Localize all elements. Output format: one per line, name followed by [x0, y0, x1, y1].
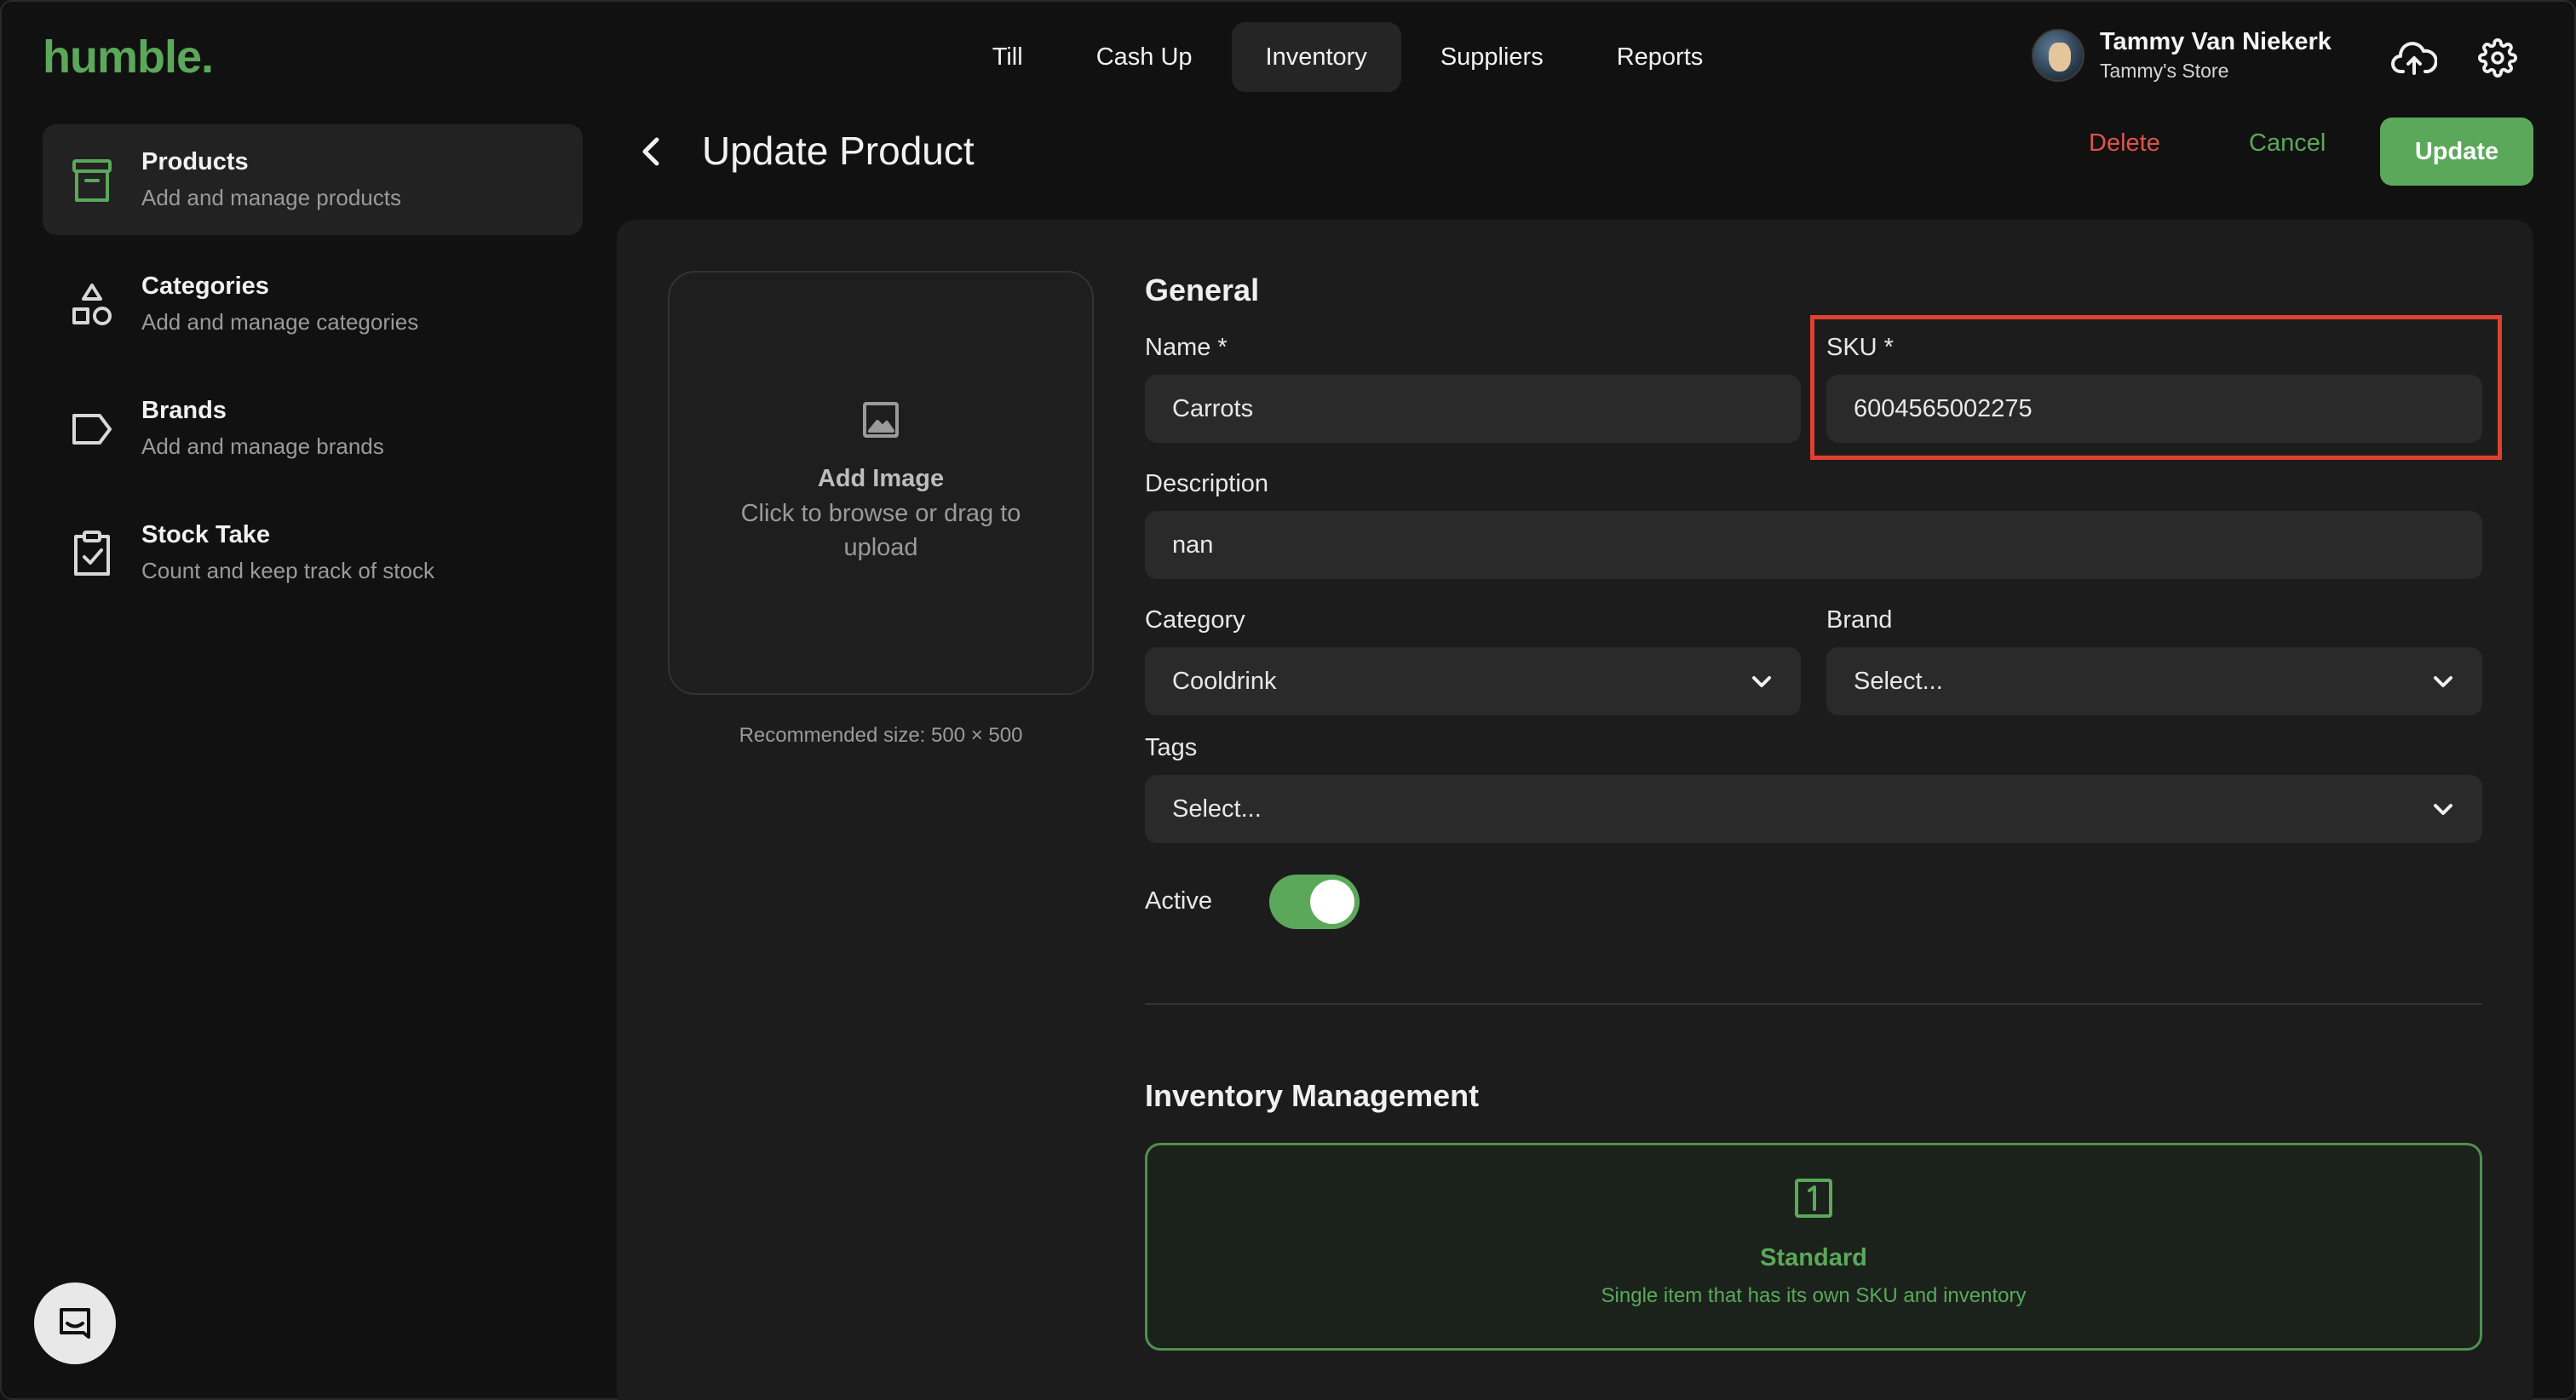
- tags-label: Tags: [1145, 734, 1198, 761]
- inventory-option-standard[interactable]: Standard Single item that has its own SK…: [1145, 1143, 2482, 1351]
- description-field[interactable]: nan: [1145, 511, 2482, 579]
- upload-hint: Click to browse or drag to upload: [740, 500, 1021, 561]
- user-name: Tammy Van Niekerk: [2100, 28, 2332, 55]
- sidebar-item-title: Stock Take: [141, 521, 270, 548]
- delete-button[interactable]: Delete: [2089, 129, 2160, 158]
- name-label: Name *: [1145, 334, 1228, 361]
- chevron-down-icon: [2434, 804, 2452, 815]
- chat-support-button[interactable]: [34, 1282, 116, 1364]
- sidebar-item-categories[interactable]: Categories Add and manage categories: [43, 249, 583, 359]
- sidebar-item-subtitle: Add and manage categories: [141, 309, 419, 335]
- category-select[interactable]: Cooldrink: [1145, 647, 1801, 715]
- name-field[interactable]: Carrots: [1145, 375, 1801, 443]
- cancel-button[interactable]: Cancel: [2249, 129, 2326, 158]
- cloud-upload-icon[interactable]: [2390, 34, 2438, 82]
- add-image-title: Add Image: [817, 465, 945, 492]
- image-icon: [862, 401, 900, 443]
- sidebar-item-subtitle: Add and manage products: [141, 185, 401, 210]
- clipboard-check-icon: [68, 530, 116, 577]
- chevron-left-icon: [642, 137, 659, 166]
- sidebar-item-products[interactable]: Products Add and manage products: [43, 124, 583, 235]
- toggle-knob: [1310, 880, 1354, 924]
- sidebar-item-stock-take[interactable]: Stock Take Count and keep track of stock: [43, 497, 583, 608]
- tab-suppliers[interactable]: Suppliers: [1406, 22, 1578, 92]
- sidebar-item-title: Categories: [141, 273, 269, 300]
- inventory-option-description: Single item that has its own SKU and inv…: [1601, 1284, 2027, 1307]
- sidebar-item-title: Products: [141, 148, 249, 175]
- category-label: Category: [1145, 606, 1245, 634]
- back-button[interactable]: [632, 128, 670, 175]
- category-value: Cooldrink: [1172, 667, 1277, 695]
- tag-icon: [68, 405, 116, 453]
- sidebar-item-subtitle: Count and keep track of stock: [141, 558, 434, 583]
- section-divider: [1145, 1003, 2482, 1005]
- tab-till[interactable]: Till: [958, 22, 1057, 92]
- page-title: Update Product: [702, 129, 975, 173]
- numbered-box-icon: [1794, 1178, 1833, 1219]
- chevron-down-icon: [2434, 676, 2452, 687]
- sidebar: Products Add and manage products Categor…: [43, 124, 583, 622]
- gear-icon[interactable]: [2474, 34, 2521, 82]
- general-section-title: General: [1145, 273, 1260, 307]
- active-label: Active: [1145, 887, 1212, 915]
- brand-label: Brand: [1826, 606, 1893, 634]
- description-value: nan: [1172, 531, 1214, 559]
- image-dropzone[interactable]: Add Image Click to browse or drag to upl…: [668, 271, 1094, 695]
- active-toggle[interactable]: [1269, 875, 1360, 929]
- brand-select[interactable]: Select...: [1826, 647, 2482, 715]
- sidebar-item-subtitle: Add and manage brands: [141, 433, 384, 459]
- tab-inventory[interactable]: Inventory: [1231, 22, 1401, 92]
- inventory-section-title: Inventory Management: [1145, 1078, 1480, 1113]
- store-name: Tammy's Store: [2100, 59, 2229, 82]
- inventory-option-title: Standard: [1760, 1244, 1867, 1271]
- shapes-icon: [68, 281, 116, 329]
- sku-highlight-box: [1810, 315, 2502, 460]
- tags-select[interactable]: Select...: [1145, 775, 2482, 843]
- user-profile[interactable]: Tammy Van Niekerk Tammy's Store: [2032, 28, 2332, 83]
- description-label: Description: [1145, 470, 1269, 497]
- chat-icon: [60, 1308, 90, 1339]
- tags-value: Select...: [1172, 795, 1262, 823]
- sidebar-item-brands[interactable]: Brands Add and manage brands: [43, 373, 583, 484]
- avatar: [2032, 29, 2084, 83]
- chevron-down-icon: [1752, 676, 1771, 687]
- brand-value: Select...: [1854, 667, 1943, 695]
- name-value: Carrots: [1172, 394, 1254, 422]
- sidebar-item-title: Brands: [141, 397, 227, 424]
- recommended-size-note: Recommended size: 500 × 500: [739, 724, 1023, 747]
- archive-box-icon: [68, 157, 116, 204]
- update-button[interactable]: Update: [2380, 118, 2533, 186]
- tab-cash-up[interactable]: Cash Up: [1062, 22, 1227, 92]
- tab-reports[interactable]: Reports: [1583, 22, 1738, 92]
